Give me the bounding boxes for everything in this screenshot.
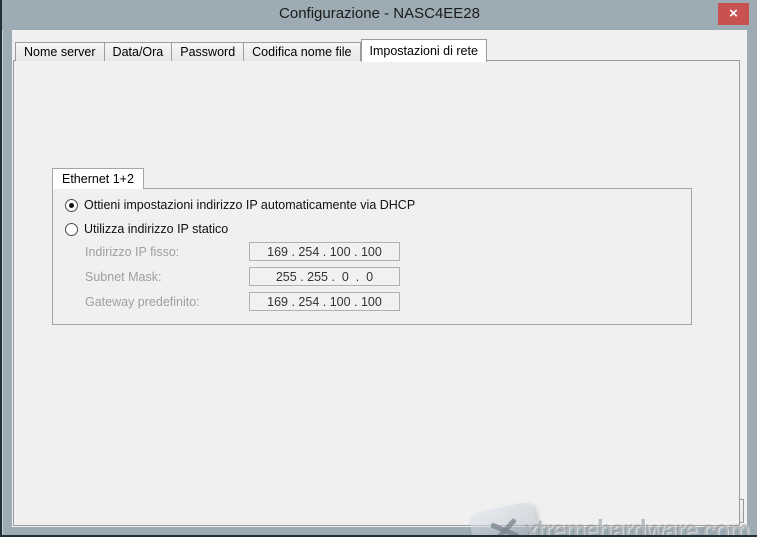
ethernet-panel: Ottieni impostazioni indirizzo IP automa…: [52, 188, 692, 325]
tab-codifica-nome-file[interactable]: Codifica nome file: [244, 42, 360, 61]
tab-strip: Nome server Data/Ora Password Codifica n…: [15, 39, 487, 61]
fixed-ip-label: Indirizzo IP fisso:: [85, 245, 179, 259]
subnet-mask-label: Subnet Mask:: [85, 270, 161, 284]
close-icon: ×: [729, 5, 738, 22]
dialog-body: Nome server Data/Ora Password Codifica n…: [12, 30, 747, 527]
dhcp-radio-label: Ottieni impostazioni indirizzo IP automa…: [84, 198, 415, 212]
fixed-ip-input[interactable]: [249, 242, 400, 261]
dhcp-radio[interactable]: [65, 199, 78, 212]
static-ip-radio-row[interactable]: Utilizza indirizzo IP statico: [65, 222, 228, 236]
close-button[interactable]: ×: [718, 3, 749, 25]
tab-data-ora[interactable]: Data/Ora: [105, 42, 173, 61]
ethernet-tab[interactable]: Ethernet 1+2: [52, 168, 144, 189]
title-bar[interactable]: Configurazione - NASC4EE28 ×: [2, 0, 757, 30]
subnet-mask-input[interactable]: [249, 267, 400, 286]
tab-nome-server[interactable]: Nome server: [15, 42, 105, 61]
gateway-field-label: Gateway predefinito:: [85, 295, 200, 309]
tab-impostazioni-di-rete[interactable]: Impostazioni di rete: [361, 39, 487, 62]
dialog-title: Configurazione - NASC4EE28: [2, 5, 757, 22]
radio-dot: [69, 203, 74, 208]
static-ip-radio-label: Utilizza indirizzo IP statico: [84, 222, 228, 236]
static-ip-radio[interactable]: [65, 223, 78, 236]
tab-password[interactable]: Password: [172, 42, 244, 61]
dhcp-radio-row[interactable]: Ottieni impostazioni indirizzo IP automa…: [65, 198, 415, 212]
config-dialog: Configurazione - NASC4EE28 × Nome server…: [0, 0, 757, 537]
gateway-input[interactable]: [249, 292, 400, 311]
